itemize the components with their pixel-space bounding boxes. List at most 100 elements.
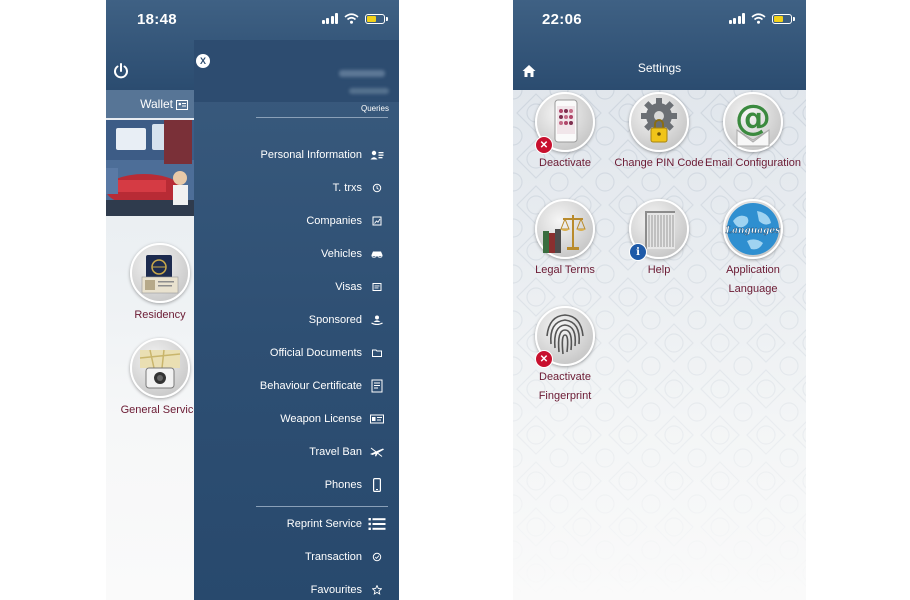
residency-tile[interactable]: Residency: [128, 243, 192, 321]
wallet-label: Wallet: [140, 97, 173, 111]
menu-item-favourites[interactable]: Favourites: [194, 579, 399, 600]
application-language-tile[interactable]: Languages Application Language: [705, 199, 801, 299]
application-language-label: Application Language: [726, 264, 780, 295]
side-menu: X Queries Personal Information T. trxs C…: [194, 40, 399, 600]
document-icon: [372, 283, 382, 291]
legal-terms-tile[interactable]: Legal Terms: [517, 199, 613, 280]
wifi-icon: [751, 13, 766, 24]
deactivate-fingerprint-tile[interactable]: ✕ Deactivate Fingerprint: [517, 306, 613, 406]
menu-item-label: T. trxs: [332, 182, 362, 194]
license-card-icon: [370, 414, 384, 424]
menu-item-travel-ban[interactable]: Travel Ban: [194, 441, 399, 463]
general-service-label: General Service: [120, 404, 200, 416]
deactivate-label: Deactivate: [539, 157, 591, 169]
left-phone-screen: 18:48 Wallet Residency General Service X…: [106, 0, 399, 600]
menu-item-label: Sponsored: [308, 314, 362, 326]
help-tile[interactable]: i Help: [611, 199, 707, 280]
change-pin-code-label: Change PIN Code: [614, 157, 704, 169]
fingerprint-icon: ✕: [535, 306, 595, 368]
residency-icon: [130, 243, 190, 303]
blurred-user-id: [349, 88, 389, 94]
menu-divider: [256, 117, 388, 118]
legal-terms-label: Legal Terms: [535, 264, 595, 276]
person-card-icon: [370, 150, 384, 160]
menu-item-behaviour-certificate[interactable]: Behaviour Certificate: [194, 375, 399, 397]
right-phone-screen: 22:06 Settings ✕ Deactivate Change PIN C…: [513, 0, 806, 600]
people-icon: [371, 315, 383, 325]
deactivate-tile[interactable]: ✕ Deactivate: [517, 92, 613, 173]
general-service-tile[interactable]: General Service: [120, 338, 200, 416]
menu-item-reprint-service[interactable]: Reprint Service: [194, 513, 399, 535]
help-label: Help: [647, 264, 671, 276]
languages-icon-text: Languages: [725, 226, 780, 236]
menu-item-phones[interactable]: Phones: [194, 474, 399, 496]
menu-item-label: Favourites: [310, 584, 362, 596]
signal-icon: [728, 13, 745, 24]
email-at-icon: @: [723, 92, 783, 152]
help-book-icon: i: [629, 199, 689, 261]
power-icon[interactable]: [112, 62, 130, 80]
menu-item-personal-information[interactable]: Personal Information: [194, 144, 399, 166]
folder-icon: [372, 349, 382, 357]
blurred-user-name: [339, 70, 385, 77]
menu-item-label: Visas: [335, 281, 362, 293]
menu-item-label: Transaction: [304, 551, 362, 563]
general-service-icon: [130, 338, 190, 398]
queries-section-label: Queries: [360, 104, 389, 113]
menu-item-companies[interactable]: Companies: [194, 210, 399, 232]
globe-languages-icon: Languages: [723, 199, 783, 259]
status-bar: 22:06: [513, 0, 806, 40]
menu-item-transaction[interactable]: Transaction: [194, 546, 399, 568]
menu-item-official-documents[interactable]: Official Documents: [194, 342, 399, 364]
chart-icon: [372, 216, 382, 226]
gear-lock-icon: [629, 92, 689, 152]
menu-item-label: Official Documents: [269, 347, 362, 359]
deactivate-fingerprint-label: Deactivate Fingerprint: [538, 371, 592, 402]
signal-icon: [321, 13, 338, 24]
menu-item-label: Reprint Service: [286, 518, 362, 530]
email-configuration-tile[interactable]: @ Email Configuration: [705, 92, 801, 173]
status-bar: 18:48: [106, 0, 399, 40]
menu-item-label: Behaviour Certificate: [259, 380, 362, 392]
phone-deactivate-icon: ✕: [535, 92, 595, 154]
email-configuration-label: Email Configuration: [705, 157, 801, 169]
promo-banner-image[interactable]: [106, 120, 194, 216]
status-time: 22:06: [542, 11, 582, 28]
menu-item-label: Companies: [306, 215, 362, 227]
menu-item-sponsored[interactable]: Sponsored: [194, 309, 399, 331]
status-icons: [321, 13, 388, 24]
car-icon: [371, 250, 384, 258]
battery-icon: [365, 13, 388, 24]
menu-item-label: Phones: [324, 479, 362, 491]
menu-item-label: Weapon License: [280, 413, 362, 425]
certificate-icon: [371, 379, 383, 393]
menu-item-vehicles[interactable]: Vehicles: [194, 243, 399, 265]
id-card-icon: [176, 99, 188, 110]
plane-icon: [370, 447, 384, 457]
deactivate-fingerprint-badge-icon: ✕: [535, 350, 553, 368]
status-time: 18:48: [137, 11, 177, 28]
check-circle-icon: [372, 552, 382, 562]
status-icons: [728, 13, 795, 24]
menu-item-label: Travel Ban: [309, 446, 362, 458]
menu-item-label: Vehicles: [321, 248, 362, 260]
wifi-icon: [344, 13, 359, 24]
close-menu-button[interactable]: X: [196, 54, 210, 68]
scales-icon: [535, 199, 595, 259]
battery-icon: [772, 13, 795, 24]
menu-item-label: Personal Information: [260, 149, 363, 161]
wallet-button[interactable]: Wallet: [106, 90, 194, 118]
list-icon: [368, 518, 386, 530]
menu-divider: [256, 506, 388, 507]
menu-item-t-trxs[interactable]: T. trxs: [194, 177, 399, 199]
menu-item-weapon-license[interactable]: Weapon License: [194, 408, 399, 430]
residency-label: Residency: [134, 309, 186, 321]
deactivate-badge-icon: ✕: [535, 136, 553, 154]
change-pin-code-tile[interactable]: Change PIN Code: [611, 92, 707, 173]
page-title: Settings: [637, 61, 682, 75]
menu-user-header: X: [194, 40, 399, 102]
phone-icon: [373, 478, 381, 492]
menu-item-visas[interactable]: Visas: [194, 276, 399, 298]
info-icon: i: [629, 243, 647, 261]
star-icon: [372, 585, 382, 595]
